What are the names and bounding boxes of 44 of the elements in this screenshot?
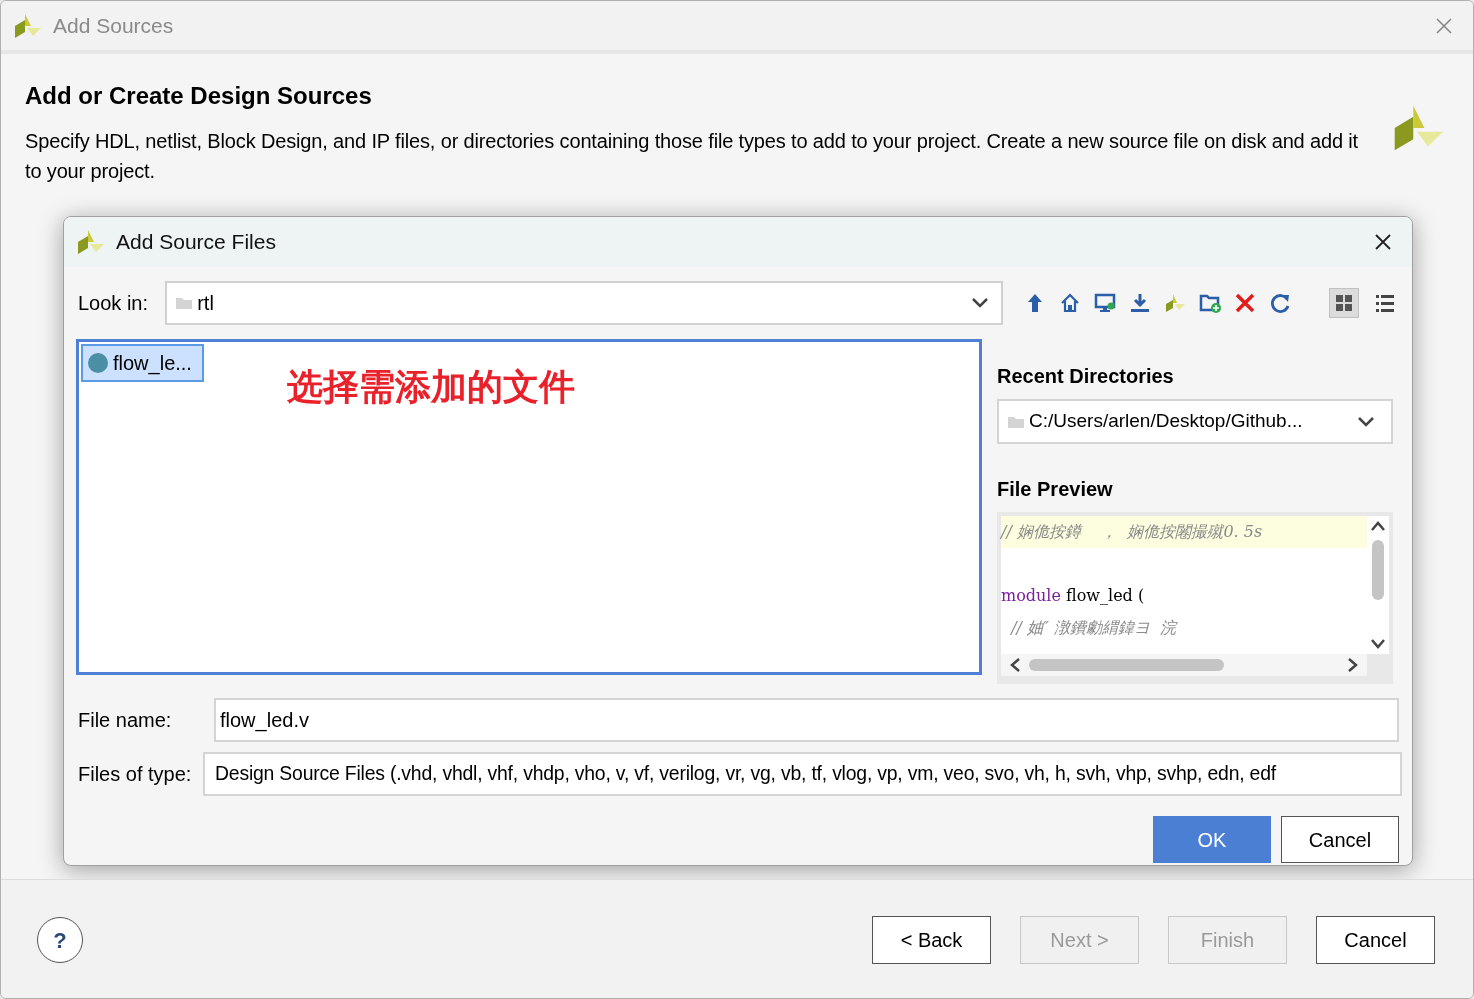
grid-view-icon [1333, 292, 1355, 314]
logo-icon [1164, 292, 1186, 314]
cancel-button[interactable]: Cancel [1316, 916, 1435, 964]
file-type-dropdown[interactable]: Design Source Files (.vhd, vhdl, vhf, vhdp, vho, v, vf, verilog, vr, vg, vb, tf, vlog, vp, vm, veo, svo, vh, h, svh, vhp, svhp, edn, edf [203, 752, 1402, 796]
window-title: Add Sources [53, 12, 174, 39]
delete-icon [1234, 292, 1256, 314]
annotation-text: 选择需添加的文件 [287, 365, 575, 409]
home-icon [1059, 292, 1081, 314]
file-name-label: File name: [78, 708, 173, 733]
chevron-down-icon [1357, 415, 1375, 428]
scroll-up-icon[interactable] [1370, 520, 1386, 532]
file-type-label: Files of type: [78, 762, 193, 787]
file-icon [87, 352, 109, 374]
grid-view-button[interactable] [1329, 288, 1359, 318]
cancel-button[interactable]: Cancel [1281, 816, 1399, 863]
dialog-title: Add Source Files [116, 229, 276, 256]
file-item[interactable]: flow_le... [81, 344, 204, 382]
new-folder-icon [1199, 292, 1221, 314]
scroll-down-icon[interactable] [1370, 638, 1386, 650]
list-view-icon [1374, 292, 1396, 314]
folder-icon [175, 296, 194, 310]
close-icon[interactable] [1374, 233, 1392, 251]
section-heading: File Preview [997, 477, 1114, 502]
download-icon [1129, 292, 1151, 314]
logo-icon [76, 228, 104, 256]
ok-button[interactable]: OK [1153, 816, 1271, 863]
page-description: Specify HDL, netlist, Block Design, and IP files, or directories containing those file types to add to your project. Create a new source file on disk and add it to your project. [25, 129, 1359, 184]
monitor-icon [1094, 292, 1116, 314]
scroll-right-icon[interactable] [1347, 657, 1359, 673]
look-in-dropdown[interactable]: rtl [165, 281, 1003, 325]
file-name-field[interactable]: flow_led.v [214, 698, 1399, 742]
horizontal-scrollbar[interactable] [1001, 654, 1367, 676]
recent-directories-dropdown[interactable]: C:/Users/arlen/Desktop/Github... [997, 399, 1393, 444]
scroll-thumb[interactable] [1029, 659, 1224, 671]
help-button[interactable]: ? [37, 917, 83, 963]
look-in-label: Look in: [78, 291, 150, 316]
chevron-down-icon [971, 297, 989, 309]
scroll-thumb[interactable] [1372, 540, 1384, 600]
refresh-icon [1269, 292, 1291, 314]
folder-icon [1007, 414, 1025, 429]
page-heading: Add or Create Design Sources [25, 81, 373, 111]
section-heading: Recent Directories [997, 364, 1175, 389]
back-button[interactable]: < Back [872, 916, 991, 964]
scroll-left-icon[interactable] [1009, 657, 1021, 673]
